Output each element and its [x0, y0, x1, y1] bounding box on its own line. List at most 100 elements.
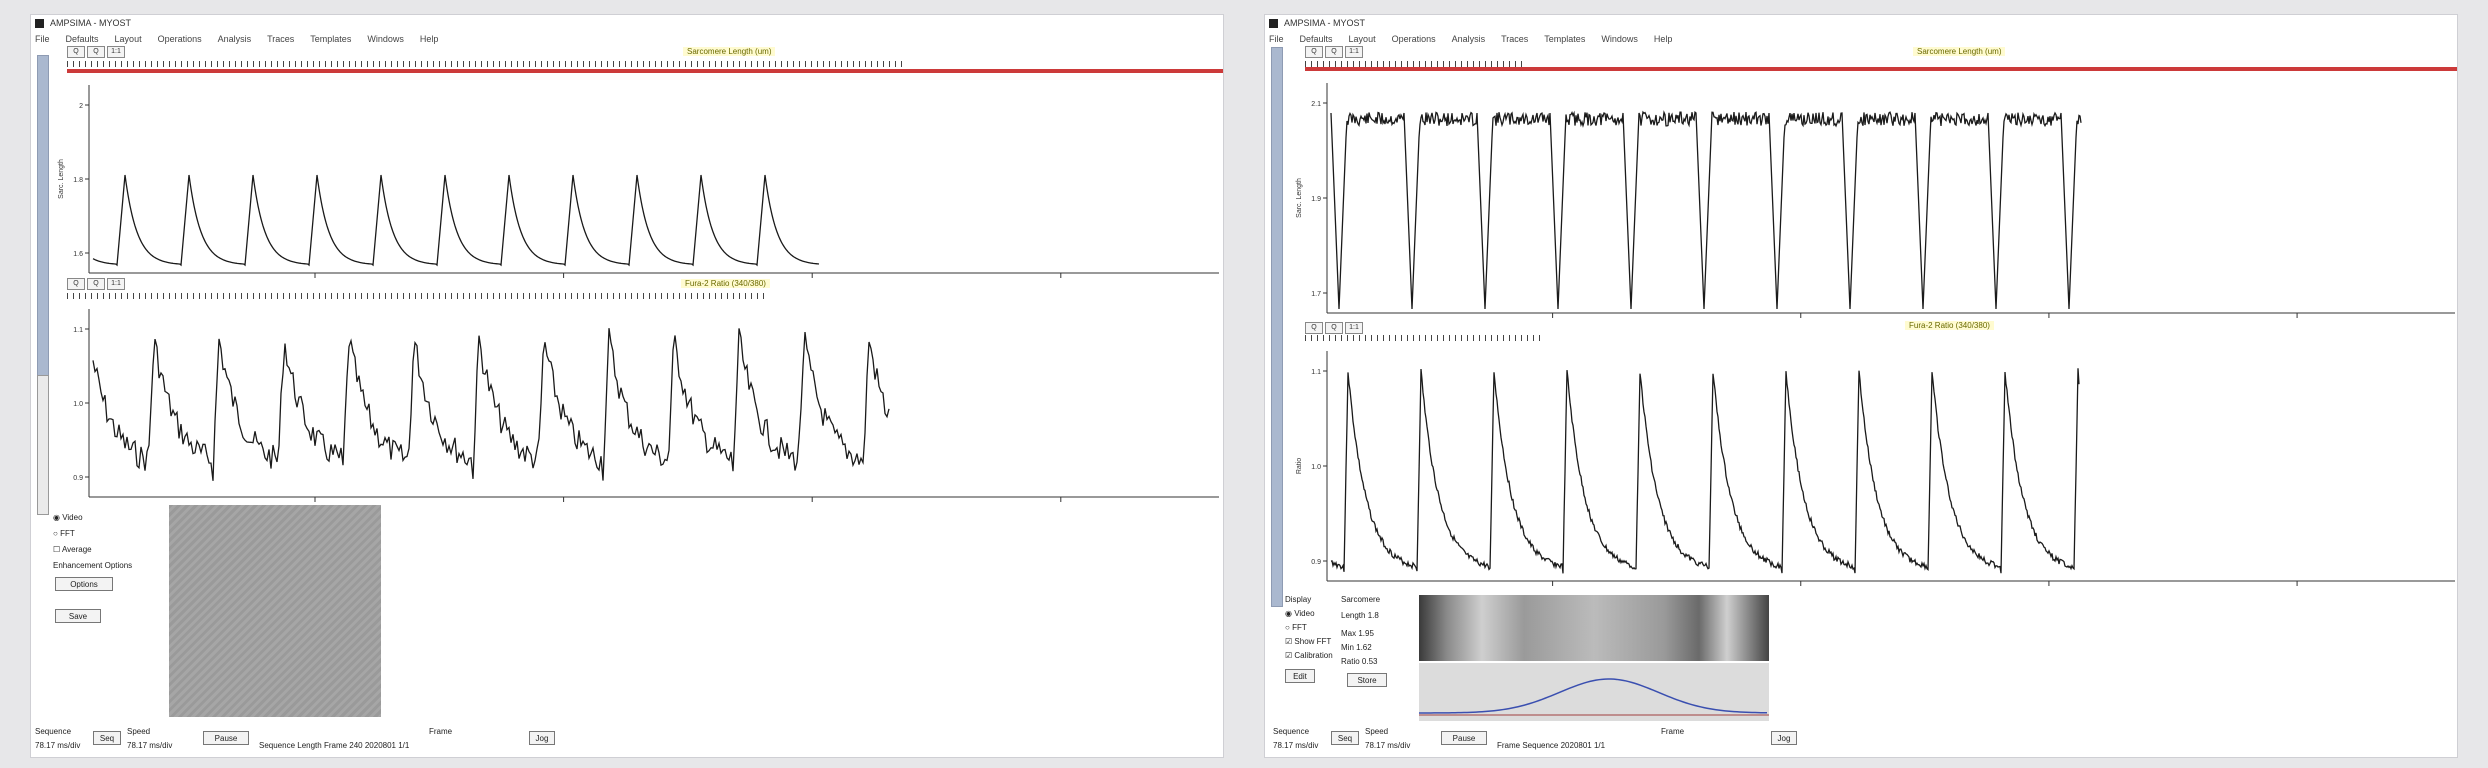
menu-traces[interactable]: Traces: [1501, 34, 1528, 44]
jog-button[interactable]: Jog: [1771, 731, 1797, 745]
zoom-in-button[interactable]: Q: [67, 46, 85, 58]
right-window: AMPSIMA - MYOST File Defaults Layout Ope…: [1264, 14, 2458, 758]
status-bar: Sequence 78.17 ms/div Seq Speed 78.17 ms…: [31, 723, 1223, 757]
trace2-chart[interactable]: 1.1 1.0 0.9 Ratio: [1287, 341, 2458, 609]
length-field-value: 1.8: [1367, 611, 1379, 620]
edit-button[interactable]: Edit: [1285, 669, 1315, 683]
trace1-chart[interactable]: 2.1 1.9 1.7 Sarc. Length: [1287, 73, 2458, 343]
store-button[interactable]: Store: [1347, 673, 1387, 687]
menu-windows[interactable]: Windows: [367, 34, 404, 44]
video-frame[interactable]: [169, 505, 381, 717]
ratio-trace: [92, 328, 890, 481]
trace2-toolbar: Q Q 1:1: [1305, 321, 1363, 335]
zoom-out-button[interactable]: Q: [87, 278, 105, 290]
zoom-reset-button[interactable]: 1:1: [1345, 322, 1363, 334]
menu-file[interactable]: File: [35, 34, 50, 44]
zoom-reset-button[interactable]: 1:1: [107, 46, 125, 58]
sequence-label: Sequence: [35, 727, 72, 736]
y-tick-label: 2.1: [1311, 101, 1321, 108]
ratio-field: Ratio 0.53: [1341, 657, 1378, 666]
menu-defaults[interactable]: Defaults: [1300, 34, 1333, 44]
zoom-in-button[interactable]: Q: [1305, 46, 1323, 58]
status-text: Sequence Length Frame 240 2020801 1/1: [259, 741, 410, 750]
y-axis-label: Sarc. Length: [1296, 178, 1303, 218]
jog-button[interactable]: Jog: [529, 731, 555, 745]
menu-help[interactable]: Help: [420, 34, 439, 44]
radio-fft-label: FFT: [60, 529, 75, 538]
speed-value: 78.17 ms/div: [127, 741, 173, 750]
menu-layout[interactable]: Layout: [1349, 34, 1376, 44]
side-scroll-strip[interactable]: [1271, 47, 1283, 607]
ratio-trace: [1330, 368, 2080, 574]
zoom-reset-button[interactable]: 1:1: [1345, 46, 1363, 58]
trace1-title: Sarcomere Length (um): [683, 47, 776, 56]
menu-help[interactable]: Help: [1654, 34, 1673, 44]
menu-analysis[interactable]: Analysis: [218, 34, 252, 44]
zoom-in-button[interactable]: Q: [67, 278, 85, 290]
length-field-label: Length: [1341, 611, 1366, 620]
menu-templates[interactable]: Templates: [1544, 34, 1585, 44]
trace1-cursor-bar[interactable]: [67, 69, 1223, 73]
y-tick-label: 2: [79, 103, 83, 110]
y-tick-label: 0.9: [73, 475, 83, 482]
trace1-toolbar: Q Q 1:1: [67, 45, 125, 59]
zoom-in-button[interactable]: Q: [1305, 322, 1323, 334]
radio-video[interactable]: ◉ Video: [53, 513, 83, 522]
zoom-reset-button[interactable]: 1:1: [107, 278, 125, 290]
trace2-title: Fura-2 Ratio (340/380): [1905, 321, 1994, 330]
seq-button[interactable]: Seq: [93, 731, 121, 745]
length-field[interactable]: Length 1.8: [1341, 611, 1379, 620]
menu-templates[interactable]: Templates: [310, 34, 351, 44]
pause-button[interactable]: Pause: [203, 731, 249, 745]
trace2-chart[interactable]: 1.1 1.0 0.9: [49, 299, 1224, 509]
menu-windows[interactable]: Windows: [1601, 34, 1638, 44]
intensity-profile[interactable]: [1419, 663, 1769, 721]
menu-bar: File Defaults Layout Operations Analysis…: [1265, 31, 2457, 47]
status-bar: Sequence 78.17 ms/div Seq Speed 78.17 ms…: [1265, 723, 2457, 757]
radio-fft[interactable]: ○ FFT: [53, 529, 75, 538]
y-tick-label: 1.0: [73, 401, 83, 408]
menu-analysis[interactable]: Analysis: [1452, 34, 1486, 44]
menu-traces[interactable]: Traces: [267, 34, 294, 44]
menu-layout[interactable]: Layout: [115, 34, 142, 44]
window-title: AMPSIMA - MYOST: [50, 18, 132, 28]
menu-operations[interactable]: Operations: [158, 34, 202, 44]
frame-label: Frame: [429, 727, 453, 736]
speed-label: Speed: [1365, 727, 1389, 736]
options-button[interactable]: Options: [55, 577, 113, 591]
checkbox-average[interactable]: ☐ Average: [53, 545, 92, 554]
checkbox-average-label: Average: [61, 545, 92, 554]
y-tick-label: 1.1: [1311, 369, 1321, 376]
zoom-out-button[interactable]: Q: [87, 46, 105, 58]
radio-video[interactable]: ◉ Video: [1285, 609, 1315, 618]
menu-defaults[interactable]: Defaults: [66, 34, 99, 44]
menu-bar: File Defaults Layout Operations Analysis…: [31, 31, 1223, 47]
max-field-value: 1.95: [1358, 629, 1374, 638]
video-frame[interactable]: [1419, 595, 1769, 661]
seq-button[interactable]: Seq: [1331, 731, 1359, 745]
save-button[interactable]: Save: [55, 609, 101, 623]
window-title: AMPSIMA - MYOST: [1284, 18, 1366, 28]
min-field-value: 1.62: [1356, 643, 1372, 652]
sarcomere-trace: [92, 174, 820, 267]
zoom-out-button[interactable]: Q: [1325, 46, 1343, 58]
trace1-cursor-bar[interactable]: [1305, 67, 2457, 71]
status-text: Frame Sequence 2020801 1/1: [1497, 741, 1606, 750]
app-icon: [1269, 18, 1278, 28]
title-bar: AMPSIMA - MYOST: [31, 15, 1223, 31]
trace2-scroll[interactable]: [37, 375, 49, 515]
checkbox-show-fft[interactable]: ☑ Show FFT: [1285, 637, 1331, 646]
checkbox-calibration[interactable]: ☑ Calibration: [1285, 651, 1333, 660]
menu-file[interactable]: File: [1269, 34, 1284, 44]
checkbox-calibration-label: Calibration: [1294, 651, 1333, 660]
menu-operations[interactable]: Operations: [1392, 34, 1436, 44]
radio-fft[interactable]: ○ FFT: [1285, 623, 1307, 632]
y-axis-label: Ratio: [1296, 458, 1303, 474]
y-tick-label: 1.6: [73, 251, 83, 258]
zoom-out-button[interactable]: Q: [1325, 322, 1343, 334]
trace1-chart[interactable]: 2 1.8 1.6 Sarc. Length: [49, 75, 1224, 285]
app-icon: [35, 18, 44, 28]
time-ruler[interactable]: [67, 61, 903, 67]
trace2-toolbar: Q Q 1:1: [67, 277, 125, 291]
pause-button[interactable]: Pause: [1441, 731, 1487, 745]
